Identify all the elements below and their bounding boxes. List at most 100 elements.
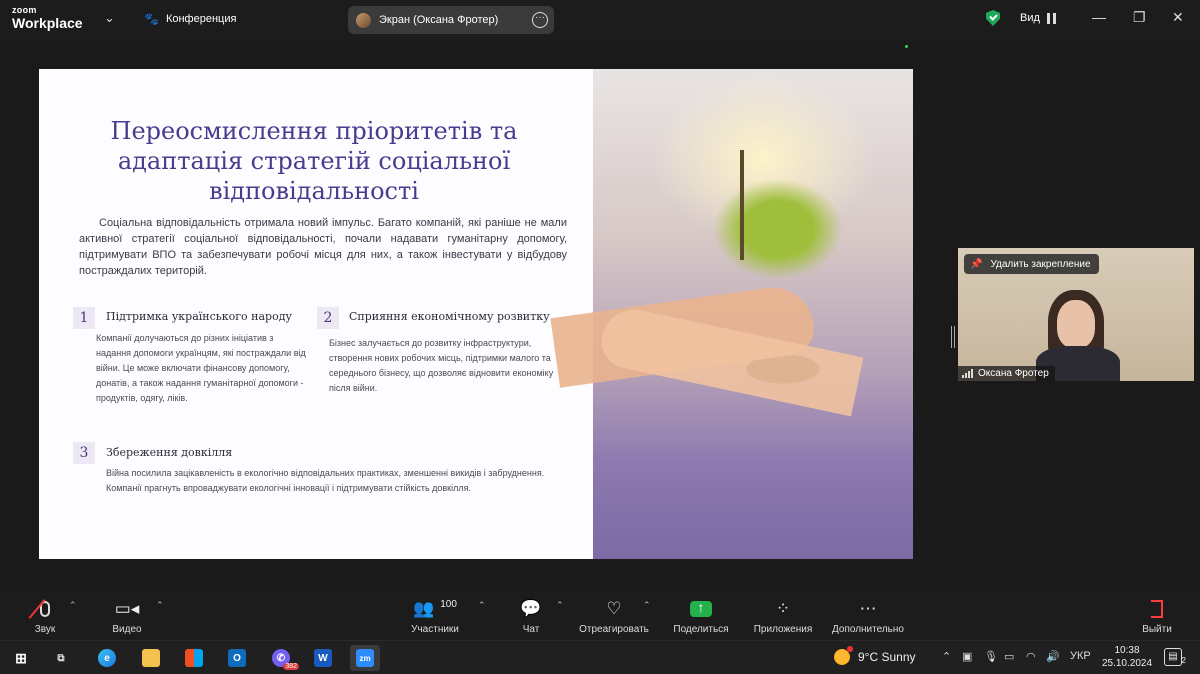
clock[interactable]: 10:38 25.10.2024 xyxy=(1100,644,1154,670)
participants-count: 100 xyxy=(440,598,457,610)
participants-label: Участники xyxy=(411,624,459,635)
weather-text: 9°C Sunny xyxy=(858,650,916,664)
zoom-title-bar: zoom Workplace ⌄ 🐾 Конференция Экран (Ок… xyxy=(0,0,1200,40)
start-button[interactable]: ⊞ xyxy=(6,645,36,671)
participants-button[interactable]: 👥 100 Участники xyxy=(390,590,480,640)
share-pill-label: Экран (Оксана Фротер) xyxy=(379,14,499,26)
react-options-caret[interactable]: ⌃ xyxy=(643,600,651,611)
presenter-avatar xyxy=(356,12,371,28)
participant-video-tile[interactable]: 📌 Удалить закрепление Оксана Фротер xyxy=(958,248,1194,381)
windows-taskbar: ⊞ ⧉ e O ✆ 382 W zm 9°C Sunny ⌃ ▣ 🎙 ▭ ◠ 🔊… xyxy=(0,640,1200,674)
volume-icon[interactable]: 🔊 xyxy=(1046,650,1060,663)
sharing-indicator-dot xyxy=(905,45,908,48)
zoom-icon: zm xyxy=(356,649,374,667)
paw-icon: 🐾 xyxy=(144,12,159,26)
audio-label: Звук xyxy=(34,624,56,635)
react-label: Отреагировать xyxy=(579,624,649,635)
view-layout-icon xyxy=(1046,12,1056,24)
block-text: Війна посилила зацікавленість в екологіч… xyxy=(106,468,545,493)
tray-chevron-icon[interactable]: ⌃ xyxy=(942,650,951,663)
block-text: Бізнес залучається до розвитку інфрастру… xyxy=(329,338,554,393)
audio-options-caret[interactable]: ⌃ xyxy=(69,600,77,611)
exit-icon xyxy=(1151,600,1163,618)
folder-icon xyxy=(142,649,160,667)
wifi-icon[interactable]: ◠ xyxy=(1026,650,1036,663)
chat-button[interactable]: 💬 Чат xyxy=(486,590,576,640)
language-indicator[interactable]: УКР xyxy=(1070,650,1091,662)
leave-label: Выйти xyxy=(1142,624,1172,635)
minimize-icon[interactable]: — xyxy=(1092,9,1106,25)
meeting-label: Конференция xyxy=(165,13,237,25)
share-screen-button[interactable]: Поделиться xyxy=(656,590,746,640)
logo-line1: zoom xyxy=(12,5,37,15)
chat-options-caret[interactable]: ⌃ xyxy=(556,600,564,611)
video-label: Видео xyxy=(112,624,142,635)
restore-icon[interactable]: ❐ xyxy=(1133,9,1146,26)
video-options-caret[interactable]: ⌃ xyxy=(156,600,164,611)
sun-icon xyxy=(834,646,853,665)
share-label: Поделиться xyxy=(673,624,729,635)
close-icon[interactable]: ✕ xyxy=(1172,9,1184,26)
taskbar-viber[interactable]: ✆ 382 xyxy=(266,645,299,671)
block-number: 2 xyxy=(317,307,339,329)
camera-tray-icon[interactable]: ▣ xyxy=(962,650,972,663)
participants-icon: 👥 xyxy=(413,599,435,618)
leave-button[interactable]: Выйти xyxy=(1112,590,1200,640)
apps-icon: ⁘ xyxy=(775,599,791,618)
screen-share-pill[interactable]: Экран (Оксана Фротер) ··· xyxy=(348,6,554,34)
clock-date: 25.10.2024 xyxy=(1101,658,1153,669)
store-icon xyxy=(185,649,203,667)
taskbar-outlook[interactable]: O xyxy=(222,645,252,671)
sapling-trunk xyxy=(740,150,744,260)
windows-logo-icon: ⊞ xyxy=(15,649,27,666)
more-label: Дополнительно xyxy=(832,624,904,635)
notification-center-button[interactable]: ▤ 2 xyxy=(1164,648,1186,666)
meeting-controls-bar: Звук ⌃ ▭◂ Видео ⌃ 👥 100 Участники ⌃ 💬 Ча… xyxy=(0,590,1200,640)
word-icon: W xyxy=(314,649,332,667)
task-view-icon: ⧉ xyxy=(57,652,65,664)
outlook-icon: O xyxy=(228,649,246,667)
more-options-icon[interactable]: ··· xyxy=(532,12,548,28)
chevron-down-icon[interactable]: ⌄ xyxy=(104,10,115,26)
edge-icon: e xyxy=(98,649,116,667)
block-heading: Збереження довкілля xyxy=(106,446,233,459)
apps-label: Приложения xyxy=(753,624,813,635)
zoom-workplace-logo: zoom Workplace xyxy=(12,5,83,31)
taskbar-edge[interactable]: e xyxy=(92,645,122,671)
slide-title: Переосмислення пріоритетів та адаптація … xyxy=(110,117,518,205)
notification-icon: ▤ xyxy=(1168,651,1178,662)
share-screen-icon xyxy=(690,599,712,617)
taskbar-zoom[interactable]: zm xyxy=(350,645,380,671)
task-view-button[interactable]: ⧉ xyxy=(46,645,76,671)
view-button[interactable]: Вид xyxy=(1020,12,1056,24)
encryption-shield-icon[interactable] xyxy=(986,10,1000,26)
participant-face xyxy=(1057,300,1095,348)
viber-badge: 382 xyxy=(283,663,299,670)
participants-options-caret[interactable]: ⌃ xyxy=(478,600,486,611)
unpin-label: Удалить закрепление xyxy=(990,258,1091,270)
chat-label: Чат xyxy=(522,624,540,635)
more-icon: ⋯ xyxy=(859,599,877,618)
audio-button[interactable]: Звук xyxy=(0,590,90,640)
video-button[interactable]: ▭◂ Видео xyxy=(82,590,172,640)
panel-resize-handle[interactable] xyxy=(951,326,955,348)
taskbar-word[interactable]: W xyxy=(308,645,338,671)
notification-count: 2 xyxy=(1181,656,1186,665)
block-heading: Сприяння економічному розвитку xyxy=(349,310,550,323)
slide-intro: Соціальна відповідальність отримала нови… xyxy=(79,217,567,277)
weather-widget[interactable]: 9°C Sunny xyxy=(834,646,916,665)
more-button[interactable]: ⋯ Дополнительно xyxy=(823,590,913,640)
block-heading: Підтримка українського народу xyxy=(106,310,292,323)
taskbar-store[interactable] xyxy=(179,645,209,671)
mic-tray-icon[interactable]: 🎙 xyxy=(984,650,998,663)
meeting-info-button[interactable]: 🐾 Конференция xyxy=(144,12,236,26)
battery-icon[interactable]: ▭ xyxy=(1004,650,1014,663)
taskbar-explorer[interactable] xyxy=(136,645,166,671)
react-button[interactable]: ♡ Отреагировать xyxy=(569,590,659,640)
block-number: 1 xyxy=(73,307,95,329)
pin-icon: 📌 xyxy=(970,258,983,270)
block-number: 3 xyxy=(73,442,95,464)
signal-strength-icon xyxy=(962,369,973,378)
apps-button[interactable]: ⁘ Приложения xyxy=(738,590,828,640)
unpin-button[interactable]: 📌 Удалить закрепление xyxy=(964,254,1099,274)
